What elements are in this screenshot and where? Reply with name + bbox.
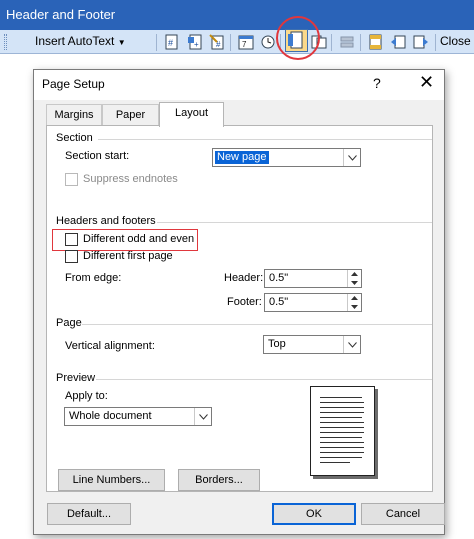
page-divider [82, 324, 432, 325]
page-heading: Page [56, 317, 82, 329]
toolbar-separator [331, 34, 332, 51]
toolbar-separator [360, 34, 361, 51]
line-numbers-button[interactable]: Line Numbers... [58, 469, 165, 491]
spin-up-icon[interactable] [348, 294, 361, 302]
show-previous-icon[interactable] [389, 33, 407, 51]
svg-text:#: # [168, 38, 173, 48]
preview-line [320, 457, 362, 458]
header-distance-stepper[interactable]: 0.5" [264, 269, 362, 288]
same-as-previous-icon[interactable] [338, 33, 356, 51]
chevron-down-icon [343, 336, 360, 353]
suppress-endnotes-label: Suppress endnotes [83, 173, 178, 185]
preview-line [320, 432, 364, 433]
switch-header-footer-icon[interactable] [366, 33, 384, 51]
toolbar-separator [156, 34, 157, 51]
preview-line [320, 442, 364, 443]
chevron-down-icon [343, 149, 360, 166]
toolbar-separator [230, 34, 231, 51]
tab-layout[interactable]: Layout [159, 102, 224, 127]
suppress-endnotes-checkbox[interactable] [65, 173, 78, 186]
svg-text:+: + [194, 40, 199, 49]
insert-date-icon[interactable]: 7 [237, 33, 255, 51]
from-edge-label: From edge: [65, 272, 122, 284]
dialog-title: Page Setup [42, 77, 105, 91]
tab-margins[interactable]: Margins [46, 104, 102, 126]
show-hide-document-text-icon[interactable] [310, 33, 328, 51]
toolbar-title: Header and Footer [0, 0, 474, 30]
insert-page-number-icon[interactable]: # [163, 33, 181, 51]
svg-text:#: # [216, 40, 221, 49]
show-next-icon[interactable] [412, 33, 430, 51]
spin-up-icon[interactable] [348, 270, 361, 278]
cancel-button[interactable]: Cancel [361, 503, 445, 525]
chevron-down-icon [194, 408, 211, 425]
dropdown-arrow-icon: ▼ [117, 38, 126, 47]
svg-text:7: 7 [242, 40, 247, 49]
close-icon[interactable]: ✕ [419, 72, 434, 93]
dialog-titlebar: Page Setup ? ✕ [34, 70, 444, 100]
toolbar-grip[interactable] [4, 34, 7, 50]
preview-line [320, 397, 362, 398]
vertical-alignment-label: Vertical alignment: [65, 340, 155, 352]
close-toolbar-button[interactable]: Close [440, 34, 471, 48]
headers-footers-divider [157, 222, 432, 223]
borders-button[interactable]: Borders... [178, 469, 260, 491]
preview-line [320, 452, 364, 453]
preview-heading: Preview [56, 372, 96, 384]
footer-distance-stepper[interactable]: 0.5" [264, 293, 362, 312]
section-heading: Section [56, 132, 93, 144]
header-distance-label: Header: [224, 272, 264, 284]
insert-autotext-menu[interactable]: Insert AutoText ▼ [35, 34, 126, 51]
apply-to-select[interactable]: Whole document [64, 407, 212, 426]
preview-divider [96, 379, 432, 380]
insert-number-of-pages-icon[interactable]: + [186, 33, 204, 51]
preview-line [320, 412, 364, 413]
toolbar-separator [280, 34, 281, 51]
default-button[interactable]: Default... [47, 503, 131, 525]
spin-down-icon[interactable] [348, 303, 361, 311]
section-divider [98, 139, 432, 140]
vertical-alignment-select[interactable]: Top [263, 335, 361, 354]
toolbar-strip: Insert AutoText ▼ # + # 7 Close [0, 30, 474, 54]
preview-line [320, 402, 364, 403]
apply-to-value: Whole document [69, 410, 152, 422]
vertical-alignment-value: Top [268, 338, 286, 350]
different-first-page-label: Different first page [83, 250, 173, 262]
preview-line [320, 437, 362, 438]
page-preview-thumbnail [310, 386, 375, 476]
section-start-value: New page [215, 151, 269, 164]
preview-line [320, 462, 350, 463]
footer-distance-value: 0.5" [269, 296, 289, 308]
section-start-select[interactable]: New page [212, 148, 361, 167]
page-setup-icon[interactable] [285, 29, 308, 52]
preview-line [320, 422, 364, 423]
toolbar-separator [435, 34, 436, 51]
apply-to-label: Apply to: [65, 390, 108, 402]
insert-time-icon[interactable] [259, 33, 277, 51]
preview-line [320, 447, 364, 448]
stepper-buttons [347, 270, 361, 287]
format-page-number-icon[interactable]: # [208, 33, 226, 51]
ok-button[interactable]: OK [272, 503, 356, 525]
different-odd-even-label: Different odd and even [83, 233, 195, 245]
preview-line [320, 427, 364, 428]
insert-autotext-label: Insert AutoText [35, 34, 115, 48]
header-footer-toolbar: Header and Footer Insert AutoText ▼ # + … [0, 0, 474, 60]
header-distance-value: 0.5" [269, 272, 289, 284]
preview-line [320, 407, 364, 408]
tab-paper[interactable]: Paper [102, 104, 159, 126]
help-button[interactable]: ? [373, 75, 381, 91]
stepper-buttons [347, 294, 361, 311]
spin-down-icon[interactable] [348, 279, 361, 287]
headers-footers-heading: Headers and footers [56, 215, 156, 227]
footer-distance-label: Footer: [227, 296, 262, 308]
different-first-page-checkbox[interactable] [65, 250, 78, 263]
section-start-label: Section start: [65, 150, 130, 162]
preview-line [320, 417, 362, 418]
different-odd-even-checkbox[interactable] [65, 233, 78, 246]
